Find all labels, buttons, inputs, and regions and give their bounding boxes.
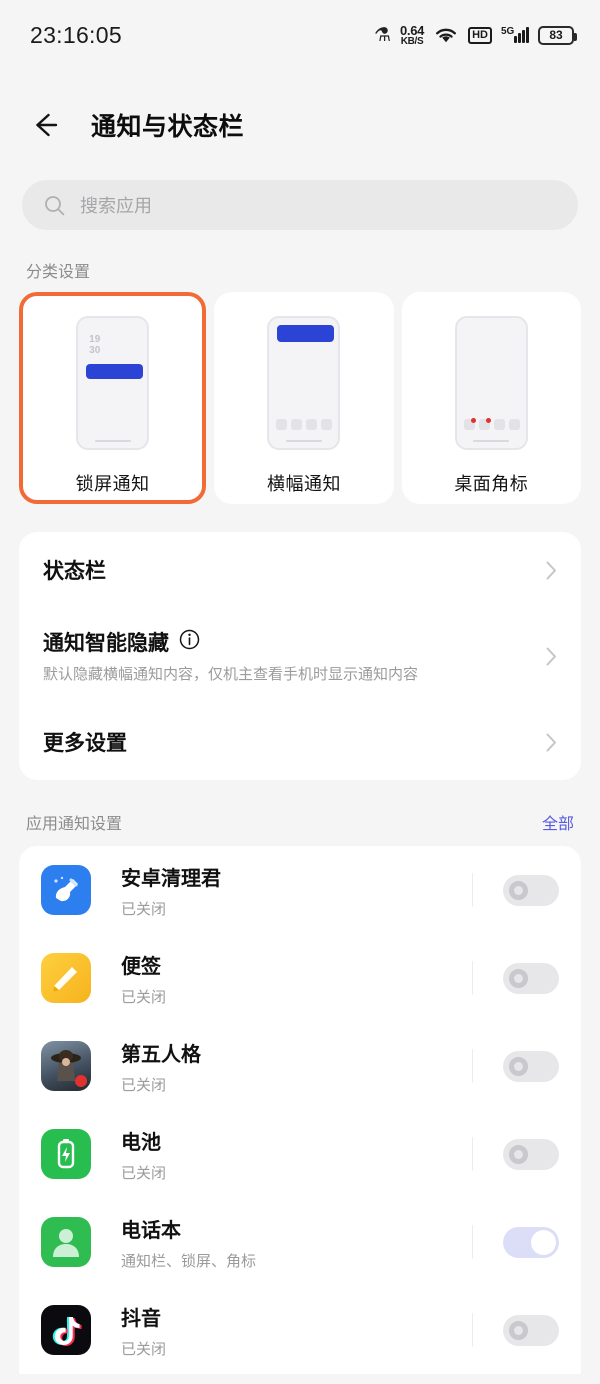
app-name: 抖音 [121,1307,161,1330]
identityv-app-icon [41,1041,91,1091]
settings-row-more-settings[interactable]: 更多设置 [43,704,557,780]
search-icon [44,195,65,216]
search-input[interactable]: 搜索应用 [22,180,578,230]
app-status: 通知栏、锁屏、角标 [121,1252,257,1270]
settings-row-title: 通知智能隐藏 [43,632,169,656]
network-speed-unit: KB/S [400,35,424,47]
hd-icon: HD [468,26,492,44]
category-card-banner[interactable]: 横幅通知 [214,292,394,504]
notes-app-icon [41,953,91,1003]
page-title: 通知与状态栏 [91,113,245,141]
settings-row-status-bar[interactable]: 状态栏 [43,532,557,608]
broom-app-icon [41,865,91,915]
status-bar-icons: ⚗ 0.64 KB/S HD 5G 83 [373,24,577,47]
douyin-app-icon [41,1305,91,1355]
preview-dock-icons [463,418,520,430]
category-label: 桌面角标 [454,474,529,494]
app-status: 已关闭 [121,1164,167,1182]
page-header: 通知与状态栏 [0,92,600,158]
app-status: 已关闭 [121,988,167,1006]
contacts-app-icon [41,1217,91,1267]
app-notification-toggle[interactable] [503,1314,559,1346]
search-placeholder: 搜索应用 [80,196,152,216]
row-divider [472,961,473,995]
battery-level: 83 [549,28,563,42]
preview-home-indicator [94,440,131,442]
row-divider [472,1225,473,1259]
app-row-notes[interactable]: 便签 已关闭 [41,934,559,1022]
app-notification-toggle[interactable] [503,874,559,906]
app-notification-list: 安卓清理君 已关闭 便签 已关闭 第五人格 已关闭 电池 已关闭 电话本 通知栏… [19,846,581,1374]
settings-row-title: 更多设置 [43,732,127,755]
app-notifications-header: 应用通知设置 全部 [0,780,600,846]
app-notification-toggle[interactable] [503,1138,559,1170]
app-notification-toggle[interactable] [503,1050,559,1082]
settings-row-smart-hide[interactable]: 通知智能隐藏 默认隐藏横幅通知内容，仅机主查看手机时显示通知内容 [43,608,557,704]
settings-row-subtitle: 默认隐藏横幅通知内容，仅机主查看手机时显示通知内容 [43,666,419,684]
category-cards: 19 30 锁屏通知 横幅通知 桌面角标 [0,292,600,504]
row-divider [472,873,473,907]
settings-list: 状态栏 通知智能隐藏 默认隐藏横幅通知内容，仅机主查看手机时显示通知内容 更多设… [19,532,581,780]
preview-banner-bar [277,325,335,342]
app-status: 已关闭 [121,1340,167,1358]
app-status: 已关闭 [121,1076,167,1094]
chevron-right-icon [546,647,557,666]
row-divider [472,1049,473,1083]
app-section-label: 应用通知设置 [26,816,123,833]
app-status: 已关闭 [121,900,167,918]
app-notification-toggle[interactable] [503,1226,559,1258]
network-speed-value: 0.64 [400,22,425,38]
preview-lock-time: 19 30 [89,334,101,356]
app-name: 第五人格 [121,1043,201,1066]
preview-notification-bar [86,364,144,379]
badge-preview [454,316,528,450]
app-row-douyin[interactable]: 抖音 已关闭 [41,1286,559,1374]
app-row-cleaner[interactable]: 安卓清理君 已关闭 [41,846,559,934]
app-name: 电话本 [121,1219,181,1242]
back-arrow-icon[interactable] [28,108,62,142]
lock-screen-preview: 19 30 [76,316,150,450]
preview-dock-icons [276,419,333,430]
category-label: 横幅通知 [266,474,341,494]
battery-app-icon [41,1129,91,1179]
settings-row-title: 状态栏 [43,560,106,583]
category-card-lock-screen[interactable]: 19 30 锁屏通知 [19,292,207,504]
chevron-right-icon [546,561,557,580]
battery-icon: 83 [538,25,577,45]
app-row-battery[interactable]: 电池 已关闭 [41,1110,559,1198]
row-divider [472,1313,473,1347]
app-row-contacts[interactable]: 电话本 通知栏、锁屏、角标 [41,1198,559,1286]
category-label: 锁屏通知 [75,474,150,494]
app-notification-toggle[interactable] [503,962,559,994]
status-bar: 23:16:05 ⚗ 0.64 KB/S HD 5G 83 [0,0,600,70]
network-speed-indicator: 0.64 KB/S [400,24,424,47]
app-name: 电池 [121,1131,161,1154]
view-all-link[interactable]: 全部 [542,810,574,834]
settings-screen: 23:16:05 ⚗ 0.64 KB/S HD 5G 83 通知与状态栏 搜索应… [0,0,600,1384]
wifi-icon [433,25,459,45]
status-bar-clock: 23:16:05 [30,21,122,48]
chevron-right-icon [546,733,557,752]
info-circle-icon[interactable] [179,629,200,656]
row-divider [472,1137,473,1171]
bluetooth-icon: ⚗ [373,24,391,46]
app-name: 安卓清理君 [121,867,221,890]
banner-preview [267,316,341,450]
signal-bars-icon: 5G [501,26,529,43]
network-type-label: 5G [501,26,515,37]
app-name: 便签 [121,955,161,978]
preview-home-indicator [473,440,510,442]
app-row-identityv[interactable]: 第五人格 已关闭 [41,1022,559,1110]
categories-section-label: 分类设置 [26,264,91,281]
category-card-badge[interactable]: 桌面角标 [401,292,581,504]
preview-home-indicator [285,440,322,442]
